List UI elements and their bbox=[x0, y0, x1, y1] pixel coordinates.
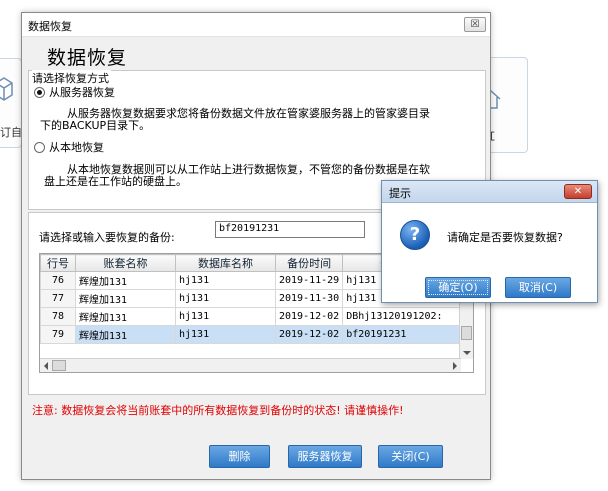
radio-button-icon[interactable] bbox=[34, 86, 45, 98]
cell-database: hj131 bbox=[175, 325, 276, 344]
cell-database: hj131 bbox=[175, 289, 276, 308]
cell-account: 辉煌加131 bbox=[75, 307, 176, 326]
box-icon bbox=[0, 77, 13, 101]
confirm-titlebar[interactable]: 提示 ✕ bbox=[382, 181, 597, 203]
radio-from-server[interactable]: 从服务器恢复 bbox=[34, 84, 115, 100]
column-header-account[interactable]: 账套名称 bbox=[75, 254, 176, 272]
cell-row-no: 77 bbox=[40, 289, 76, 308]
column-header-row-no[interactable]: 行号 bbox=[40, 254, 76, 272]
cell-backup-time: 2019-11-29 bbox=[274, 271, 344, 290]
cell-database: hj131 bbox=[175, 271, 276, 290]
cell-backup-time: 2019-11-30 bbox=[274, 289, 344, 308]
cell-row-no-text: 79 bbox=[51, 329, 65, 340]
radio-from-server-label: 从服务器恢复 bbox=[49, 86, 115, 99]
confirm-ok-button[interactable]: 确定(O) bbox=[425, 277, 491, 298]
cell-row-no: 79 bbox=[40, 325, 76, 344]
cell-backup-name: DBhj13120191202: bbox=[342, 307, 463, 326]
dialog-titlebar[interactable]: 数据恢复 ☒ bbox=[22, 13, 490, 37]
confirm-title: 提示 bbox=[389, 187, 411, 200]
backup-select-label: 请选择或输入要恢复的备份: bbox=[39, 231, 175, 244]
cell-row-no: 76 bbox=[40, 271, 76, 290]
scroll-right-arrow-icon[interactable] bbox=[453, 362, 457, 370]
vertical-scroll-thumb[interactable] bbox=[461, 326, 472, 340]
cell-backup-time: 2019-12-02 bbox=[274, 325, 344, 344]
close-button[interactable]: 关闭(C) bbox=[378, 445, 443, 468]
table-row[interactable]: 78 辉煌加131 hj131 2019-12-02 DBhj131201912… bbox=[40, 307, 463, 326]
scroll-left-arrow-icon[interactable] bbox=[44, 362, 48, 370]
background-label-left: 订自 bbox=[0, 126, 22, 139]
confirm-message: 请确定是否要恢复数据? bbox=[447, 231, 563, 244]
dialog-title: 数据恢复 bbox=[28, 20, 72, 33]
radio-from-local-label: 从本地恢复 bbox=[49, 141, 104, 154]
cell-account: 辉煌加131 bbox=[75, 271, 176, 290]
backup-input[interactable]: bf20191231 bbox=[215, 221, 365, 238]
cell-database: hj131 bbox=[175, 307, 276, 326]
confirm-close-button[interactable]: ✕ bbox=[564, 184, 592, 199]
page-title: 数据恢复 bbox=[47, 47, 128, 69]
confirm-dialog: 提示 ✕ ? 请确定是否要恢复数据? 确定(O) 取消(C) bbox=[381, 180, 598, 303]
horizontal-scroll-thumb[interactable] bbox=[52, 360, 66, 371]
scroll-down-arrow-icon[interactable] bbox=[463, 351, 471, 355]
warning-text: 注意: 数据恢复会将当前账套中的所有数据恢复到备份时的状态! 请谨慎操作! bbox=[32, 404, 404, 417]
cell-account: 辉煌加131 bbox=[75, 289, 176, 308]
local-description-line2: 盘上还是在工作站的硬盘上。 bbox=[44, 175, 187, 188]
confirm-cancel-button[interactable]: 取消(C) bbox=[505, 277, 571, 298]
column-header-backup-time[interactable]: 备份时间 bbox=[274, 254, 344, 272]
server-restore-button[interactable]: 服务器恢复 bbox=[288, 445, 362, 468]
radio-from-local[interactable]: 从本地恢复 bbox=[34, 139, 104, 155]
cell-account: 辉煌加131 bbox=[75, 325, 176, 344]
cell-row-no: 78 bbox=[40, 307, 76, 326]
question-icon: ? bbox=[400, 220, 430, 250]
delete-button[interactable]: 删除 bbox=[209, 445, 270, 468]
column-header-database[interactable]: 数据库名称 bbox=[175, 254, 276, 272]
cell-backup-time: 2019-12-02 bbox=[274, 307, 344, 326]
dialog-close-button[interactable]: ☒ bbox=[464, 17, 486, 32]
server-description-line2: 下的BACKUP目录下。 bbox=[40, 119, 151, 132]
radio-button-icon[interactable] bbox=[34, 141, 45, 153]
table-row-selected[interactable]: 79 辉煌加131 hj131 2019-12-02 bf20191231 bbox=[40, 325, 463, 344]
cell-backup-name: bf20191231 bbox=[342, 325, 463, 344]
horizontal-scrollbar[interactable] bbox=[40, 358, 461, 372]
